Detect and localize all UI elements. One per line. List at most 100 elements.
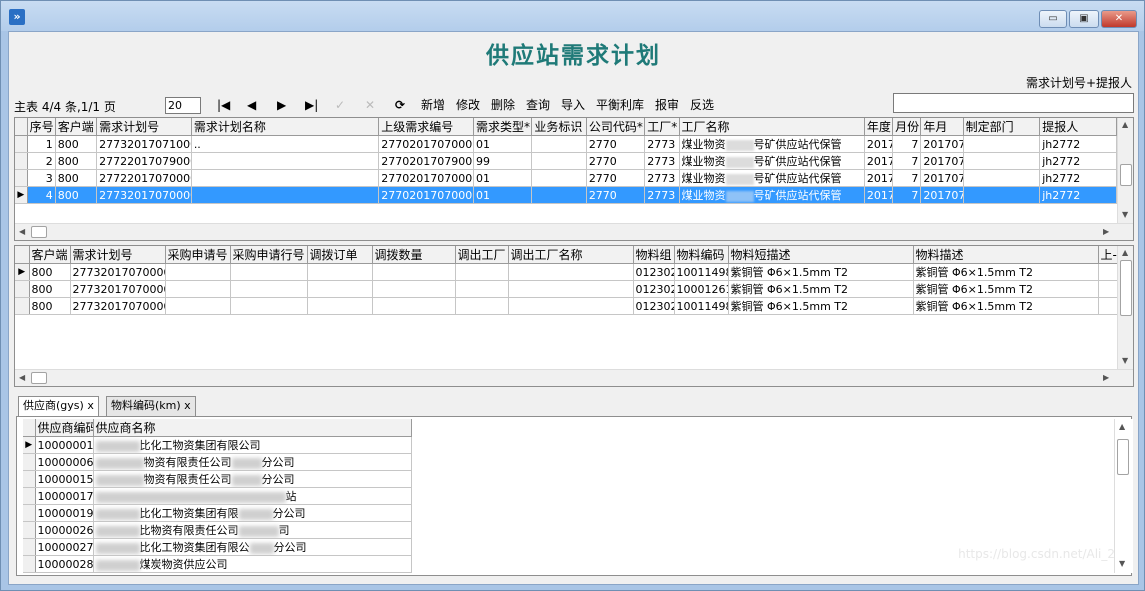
cell[interactable]: 比化工物资集团有限公司 [93,436,412,454]
cell[interactable]: 201707 [920,186,964,204]
col-header[interactable]: 业务标识 [531,118,587,136]
col-header[interactable]: 需求计划号 [96,118,192,136]
cell[interactable]: 煤业物资 号矿供应站代保管 [679,169,865,187]
row-indicator[interactable] [15,280,30,298]
cell[interactable]: 277320170700001 [96,186,192,204]
cell[interactable]: 紫铜管 Φ6×1.5mm T2 [913,263,1099,281]
cell[interactable]: 800 [55,135,98,153]
cell[interactable]: 10011498 [674,263,729,281]
cell[interactable]: 3 [27,169,56,187]
cell[interactable] [531,186,587,204]
cell[interactable] [963,152,1041,170]
table-row[interactable]: ▶ 800 277320170700001 012302 10011498 紫铜… [15,263,1118,281]
scroll-down-icon[interactable]: ▼ [1122,210,1128,220]
tab-close-icon[interactable]: x [184,399,191,412]
cell[interactable] [230,280,308,298]
cell[interactable] [372,263,456,281]
cell[interactable]: 2770 [586,152,646,170]
cell[interactable]: 7 [892,135,922,153]
detail-grid[interactable]: 客户端 需求计划号 采购申请号 采购申请行号 调拨订单 调拨数量 调出工厂 调出… [14,245,1134,387]
scroll-thumb[interactable] [1120,164,1132,186]
cell[interactable]: 2770 [586,169,646,187]
col-header[interactable]: 供应商名称 [93,419,412,437]
col-header[interactable]: 年月 [920,118,964,136]
table-row[interactable]: 10000006 物资有限责任公司 分公司 [23,453,412,471]
page-size-input[interactable]: 20 [165,97,201,114]
col-header[interactable]: 调出工厂 [455,246,509,264]
cell[interactable]: 紫铜管 Φ6×1.5mm T2 [728,280,914,298]
col-header[interactable]: 制定部门 [963,118,1041,136]
cell[interactable]: 800 [55,169,98,187]
cell[interactable] [1098,263,1118,281]
col-header[interactable]: 物料编码 [674,246,729,264]
cell[interactable]: 277020170700001 [378,186,474,204]
cell[interactable]: 比物资有限责任公司 司 [93,521,412,539]
cell[interactable] [307,263,373,281]
cell[interactable]: 10000001 [35,436,94,454]
detail-hscroll[interactable]: ◀ ▶ [15,369,1133,386]
reverse-select-button[interactable]: 反选 [690,97,714,114]
scroll-thumb[interactable] [1120,260,1132,316]
cell[interactable]: 10000015 [35,470,94,488]
cell[interactable] [307,297,373,315]
cell[interactable]: 10000019 [35,504,94,522]
cell[interactable]: 201707 [920,152,964,170]
minimize-button[interactable]: ▭ [1039,10,1067,28]
cell[interactable]: 10000017 [35,487,94,505]
cell[interactable]: 煤业物资 号矿供应站代保管 [679,186,865,204]
cell[interactable]: 紫铜管 Φ6×1.5mm T2 [728,297,914,315]
cell[interactable] [372,297,456,315]
cell[interactable] [455,263,509,281]
search-input[interactable] [893,93,1134,113]
current-row-indicator-icon[interactable]: ▶ [15,186,28,204]
cell[interactable]: 2017 [864,152,894,170]
cell[interactable]: 2770 [586,186,646,204]
col-header[interactable]: 客户端 [55,118,98,136]
cell[interactable]: 比化工物资集团有限 分公司 [93,504,412,522]
cell[interactable]: 煤业物资 号矿供应站代保管 [679,135,865,153]
col-header[interactable]: 需求类型* [473,118,533,136]
table-row[interactable]: 10000028 煤炭物资供应公司 [23,555,412,573]
cell[interactable]: 01 [473,169,533,187]
cell[interactable]: 煤炭物资供应公司 [93,555,412,573]
col-header[interactable]: 序号 [27,118,56,136]
cell[interactable]: 277020170700001 [378,135,474,153]
cell[interactable]: 800 [29,263,71,281]
edit-button[interactable]: 修改 [456,97,480,114]
add-button[interactable]: 新增 [421,97,445,114]
cell[interactable]: 2773 [644,169,680,187]
double-chevron-right-icon[interactable]: » [9,9,25,25]
cell[interactable]: 站 [93,487,412,505]
col-header[interactable]: 调拨订单 [307,246,373,264]
cell[interactable] [230,263,308,281]
col-header[interactable]: 月份 [892,118,922,136]
col-header[interactable]: 物料组 [633,246,675,264]
balance-button[interactable]: 平衡利库 [596,97,644,114]
scroll-up-icon[interactable]: ▲ [1122,248,1128,258]
table-row[interactable]: 800 277320170700001 012302 10001261 紫铜管 … [15,280,1118,298]
cell[interactable]: 800 [29,297,71,315]
cell[interactable]: 012302 [633,280,675,298]
cell[interactable]: 煤业物资 号矿供应站代保管 [679,152,865,170]
col-header[interactable]: 调出工厂名称 [508,246,634,264]
cell[interactable] [455,280,509,298]
cell[interactable] [165,297,231,315]
col-header[interactable]: 需求计划号 [70,246,166,264]
cell[interactable]: 800 [55,186,98,204]
col-header[interactable]: 物料描述 [913,246,1099,264]
cell[interactable]: 012302 [633,297,675,315]
cell[interactable]: 01 [473,186,533,204]
maximize-button[interactable]: ▣ [1069,10,1099,28]
tab-supplier[interactable]: 供应商(gys) x [18,396,99,417]
cell[interactable] [230,297,308,315]
scroll-up-icon[interactable]: ▲ [1122,120,1128,130]
cell[interactable] [191,186,380,204]
cell[interactable]: 紫铜管 Φ6×1.5mm T2 [728,263,914,281]
table-row[interactable]: 800 277320170700001 012302 10011498 紫铜管 … [15,297,1118,315]
detail-vscroll[interactable]: ▲ ▼ [1117,246,1133,369]
master-grid[interactable]: 序号 客户端 需求计划号 需求计划名称 上级需求编号 需求类型* 业务标识 公司… [14,117,1134,241]
row-indicator[interactable] [15,169,28,187]
table-row[interactable]: 1 800 277320170710001 .. 277020170700001… [15,135,1117,153]
current-row-indicator-icon[interactable]: ▶ [15,263,30,281]
scroll-right-icon[interactable]: ▶ [1103,227,1109,237]
